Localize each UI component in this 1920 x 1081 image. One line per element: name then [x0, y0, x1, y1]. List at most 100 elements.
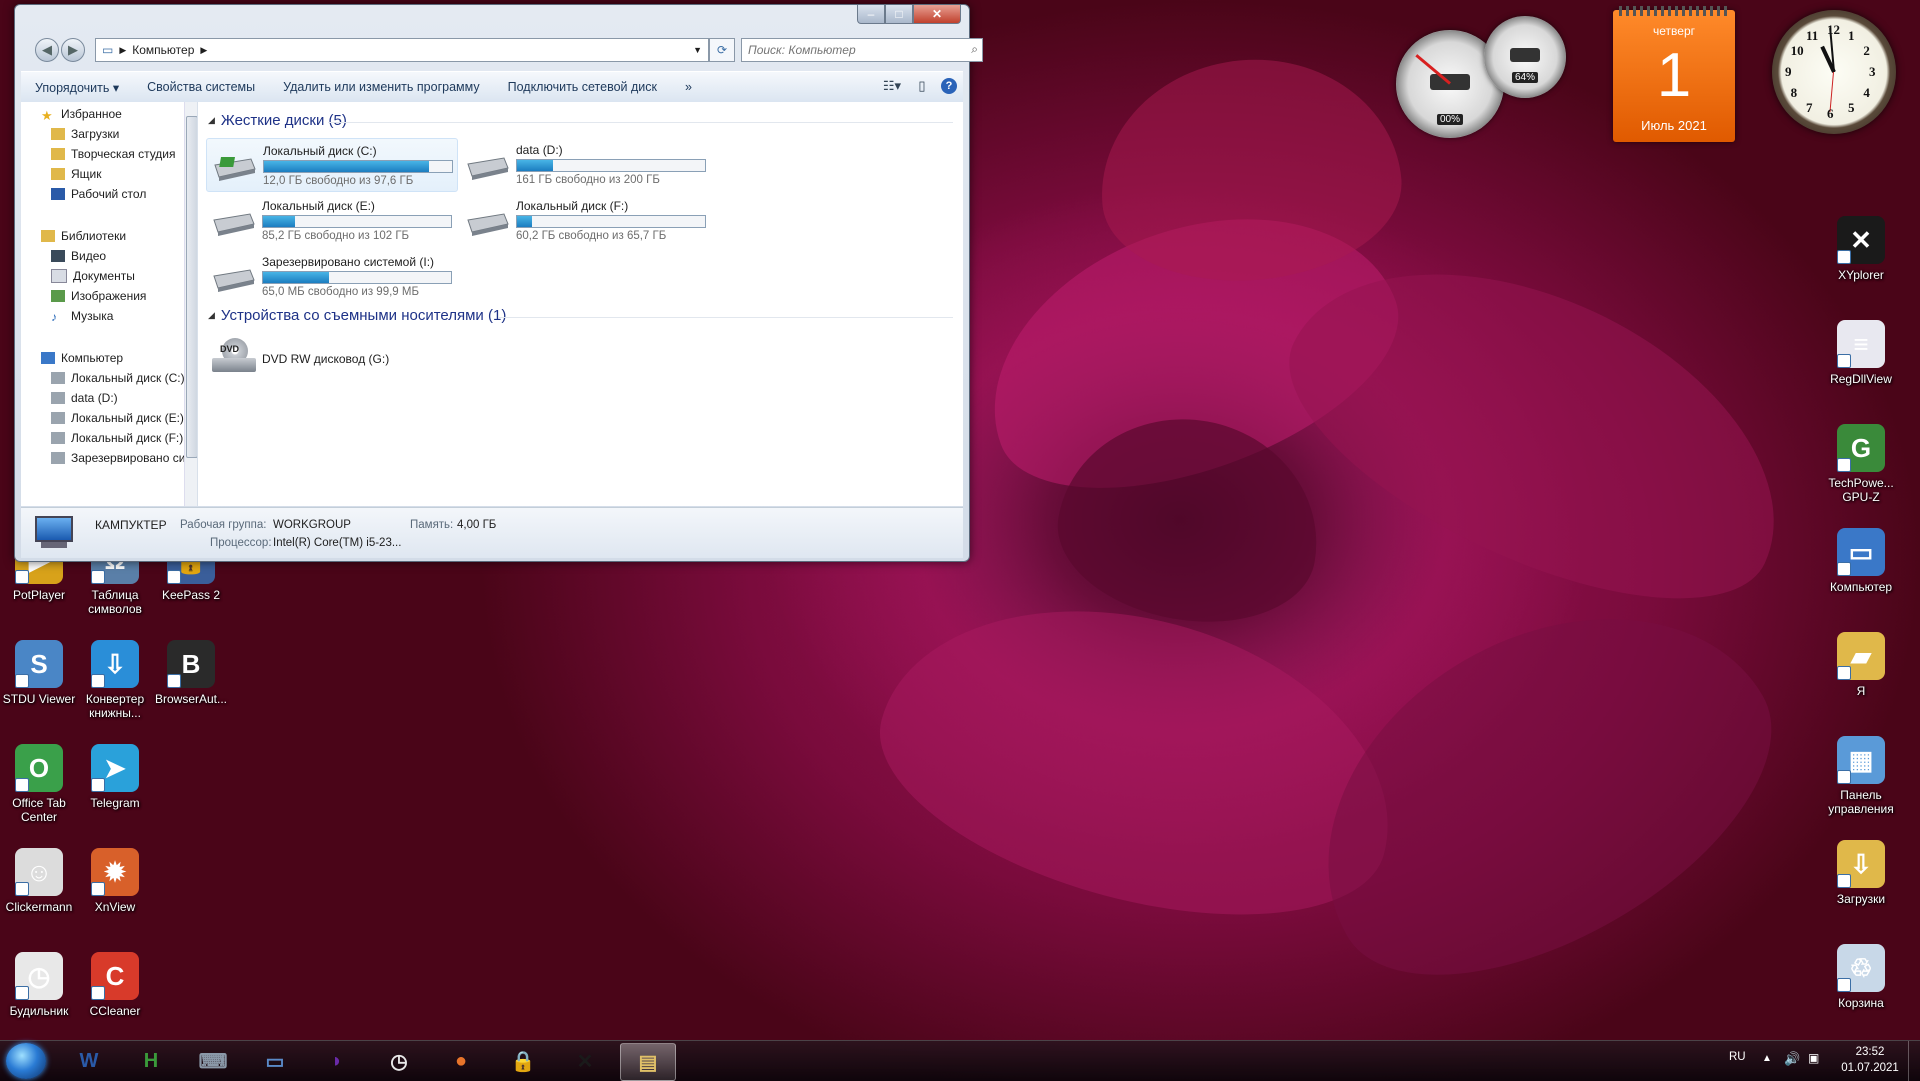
- address-row: ◀ ▶ ▭ ▶ Компьютер ▶ ▼ ⟳ ⌕: [23, 38, 983, 62]
- search-input[interactable]: [746, 40, 950, 60]
- more-commands-button[interactable]: »: [671, 80, 706, 94]
- preview-pane-icon[interactable]: ▯: [911, 76, 933, 96]
- group-header-removable[interactable]: ◢ Устройства со съемными носителями (1): [208, 307, 506, 324]
- video-icon: [51, 250, 65, 262]
- nav-computer[interactable]: Компьютер: [41, 348, 123, 368]
- desktop-icon-left-9[interactable]: ✹ XnView: [76, 848, 154, 914]
- help-icon[interactable]: ?: [941, 78, 957, 94]
- uninstall-program-button[interactable]: Удалить или изменить программу: [269, 80, 494, 94]
- start-button[interactable]: [6, 1043, 46, 1079]
- drive-free-space: 85,2 ГБ свободно из 102 ГБ: [262, 230, 410, 242]
- drive-name: DVD RW дисковод (G:): [262, 352, 390, 366]
- app-icon: S: [15, 640, 63, 688]
- taskbar-keepass-button[interactable]: 🔒: [496, 1043, 550, 1079]
- maximize-button[interactable]: □: [885, 5, 913, 24]
- group-header-hdd[interactable]: ◢ Жесткие диски (5): [208, 112, 347, 129]
- nav-item-downloads[interactable]: Загрузки: [51, 124, 119, 144]
- ram-meter-gadget[interactable]: 64%: [1484, 16, 1566, 98]
- clock-gadget[interactable]: 12 1 2 3 4 5 6 7 8 9 10 11: [1772, 10, 1896, 134]
- volume-icon[interactable]: 🔊: [1784, 1051, 1800, 1067]
- tray-expand-icon[interactable]: ▲: [1762, 1053, 1772, 1064]
- nav-item-desktop[interactable]: Рабочий стол: [51, 184, 146, 204]
- desktop-icon-left-4[interactable]: ⇩ Конвертер книжны...: [76, 640, 154, 720]
- show-desktop-button[interactable]: [1908, 1041, 1920, 1081]
- taskbar-alarm-button[interactable]: ◷: [372, 1043, 426, 1079]
- memory-value: 4,00 ГБ: [457, 519, 497, 531]
- desktop-icon-left-11[interactable]: C CCleaner: [76, 952, 154, 1018]
- group-divider: [498, 317, 953, 318]
- desktop-icon-right-7[interactable]: ♲ Корзина: [1822, 944, 1900, 1010]
- collapse-triangle-icon[interactable]: ◢: [208, 310, 215, 321]
- drive-i[interactable]: Зарезервировано системой (I:) 65,0 МБ св…: [206, 250, 456, 302]
- nav-item-documents[interactable]: Документы: [51, 266, 135, 286]
- desktop-icon-right-1[interactable]: ≡ RegDllView: [1822, 320, 1900, 386]
- desktop-icon-left-3[interactable]: S STDU Viewer: [0, 640, 78, 706]
- clock-number: 8: [1790, 85, 1798, 100]
- desktop-icon-left-5[interactable]: B BrowserAut...: [152, 640, 230, 706]
- drive-icon: [51, 452, 65, 464]
- refresh-button[interactable]: ⟳: [709, 38, 735, 62]
- word-icon: W: [79, 1049, 99, 1072]
- desktop-icon-right-4[interactable]: ▰ Я: [1822, 632, 1900, 698]
- taskbar-keyboard-button[interactable]: ⌨: [186, 1043, 240, 1079]
- desktop-icon-left-6[interactable]: O Office Tab Center: [0, 744, 78, 824]
- taskbar-xyplorer-button[interactable]: ✕: [558, 1043, 612, 1079]
- desktop-icon-right-5[interactable]: ▦ Панель управления: [1822, 736, 1900, 816]
- drive-dvd-g[interactable]: DVD DVD RW дисковод (G:): [206, 334, 456, 380]
- nav-item-music[interactable]: ♪ Музыка: [51, 306, 113, 326]
- clock-date[interactable]: 01.07.2021: [1838, 1062, 1902, 1074]
- search-icon[interactable]: ⌕: [971, 42, 978, 57]
- search-box[interactable]: ⌕: [741, 38, 983, 62]
- map-network-drive-button[interactable]: Подключить сетевой диск: [494, 80, 671, 94]
- app-icon: C: [91, 952, 139, 1000]
- clock-time[interactable]: 23:52: [1842, 1046, 1898, 1058]
- calendar-gadget[interactable]: четверг 1 Июль 2021: [1613, 6, 1735, 142]
- nav-item-studio[interactable]: Творческая студия: [51, 144, 176, 164]
- collapse-triangle-icon[interactable]: ◢: [208, 115, 215, 126]
- nav-item-video[interactable]: Видео: [51, 246, 106, 266]
- taskbar-firefox-button[interactable]: ●: [434, 1043, 488, 1079]
- minimize-button[interactable]: –: [857, 5, 885, 24]
- taskbar-computer-button[interactable]: ▭: [248, 1043, 302, 1079]
- chevron-down-icon[interactable]: ▼: [693, 45, 702, 55]
- drive-f[interactable]: Локальный диск (F:) 60,2 ГБ свободно из …: [460, 194, 710, 246]
- desktop-icon-left-7[interactable]: ➤ Telegram: [76, 744, 154, 810]
- drive-c[interactable]: Локальный диск (C:) 12,0 ГБ свободно из …: [206, 138, 458, 192]
- close-button[interactable]: ✕: [913, 5, 961, 24]
- nav-favorites[interactable]: ★ Избранное: [41, 104, 122, 124]
- wallpaper-petal: [852, 557, 1428, 963]
- desktop-icon-right-0[interactable]: ✕ XYplorer: [1822, 216, 1900, 282]
- taskbar-audio-button[interactable]: ◗: [310, 1043, 364, 1079]
- system-properties-button[interactable]: Свойства системы: [133, 80, 269, 94]
- breadcrumb-computer[interactable]: Компьютер: [132, 43, 194, 57]
- organize-button[interactable]: Упорядочить ▾: [21, 80, 133, 95]
- taskbar-explorer-button[interactable]: ▤: [620, 1043, 676, 1081]
- app-icon: B: [167, 640, 215, 688]
- nav-item-box[interactable]: Ящик: [51, 164, 102, 184]
- forward-button[interactable]: ▶: [61, 38, 85, 62]
- nav-item-drive-f[interactable]: Локальный диск (F:): [51, 428, 183, 448]
- drive-e[interactable]: Локальный диск (E:) 85,2 ГБ свободно из …: [206, 194, 456, 246]
- view-options-icon[interactable]: ☷▾: [881, 76, 903, 96]
- desktop-icon-right-2[interactable]: G TechPowe... GPU-Z: [1822, 424, 1900, 504]
- language-indicator[interactable]: RU: [1729, 1051, 1746, 1063]
- nav-item-drive-e[interactable]: Локальный диск (E:): [51, 408, 184, 428]
- nav-item-drive-d[interactable]: data (D:): [51, 388, 118, 408]
- nav-scrollbar[interactable]: [184, 102, 197, 506]
- desktop-icon-right-3[interactable]: ▭ Компьютер: [1822, 528, 1900, 594]
- nav-libraries[interactable]: Библиотеки: [41, 226, 126, 246]
- network-icon[interactable]: ▣: [1808, 1051, 1819, 1065]
- nav-item-drive-i[interactable]: Зарезервировано системой (I:): [51, 448, 197, 468]
- explorer-window[interactable]: – □ ✕ ◀ ▶ ▭ ▶ Компьютер ▶ ▼ ⟳ ⌕ Упорядоч…: [14, 4, 983, 562]
- scroll-thumb[interactable]: [186, 116, 197, 458]
- address-bar[interactable]: ▭ ▶ Компьютер ▶ ▼: [95, 38, 709, 62]
- drive-d[interactable]: data (D:) 161 ГБ свободно из 200 ГБ: [460, 138, 710, 190]
- nav-item-drive-c[interactable]: Локальный диск (C:): [51, 368, 185, 388]
- desktop-icon-left-8[interactable]: ☺ Clickermann: [0, 848, 78, 914]
- taskbar-word-button[interactable]: W: [62, 1043, 116, 1079]
- nav-item-pictures[interactable]: Изображения: [51, 286, 146, 306]
- back-button[interactable]: ◀: [35, 38, 59, 62]
- desktop-icon-left-10[interactable]: ◷ Будильник: [0, 952, 78, 1018]
- taskbar-h-app-button[interactable]: H: [124, 1043, 178, 1079]
- desktop-icon-right-6[interactable]: ⇩ Загрузки: [1822, 840, 1900, 906]
